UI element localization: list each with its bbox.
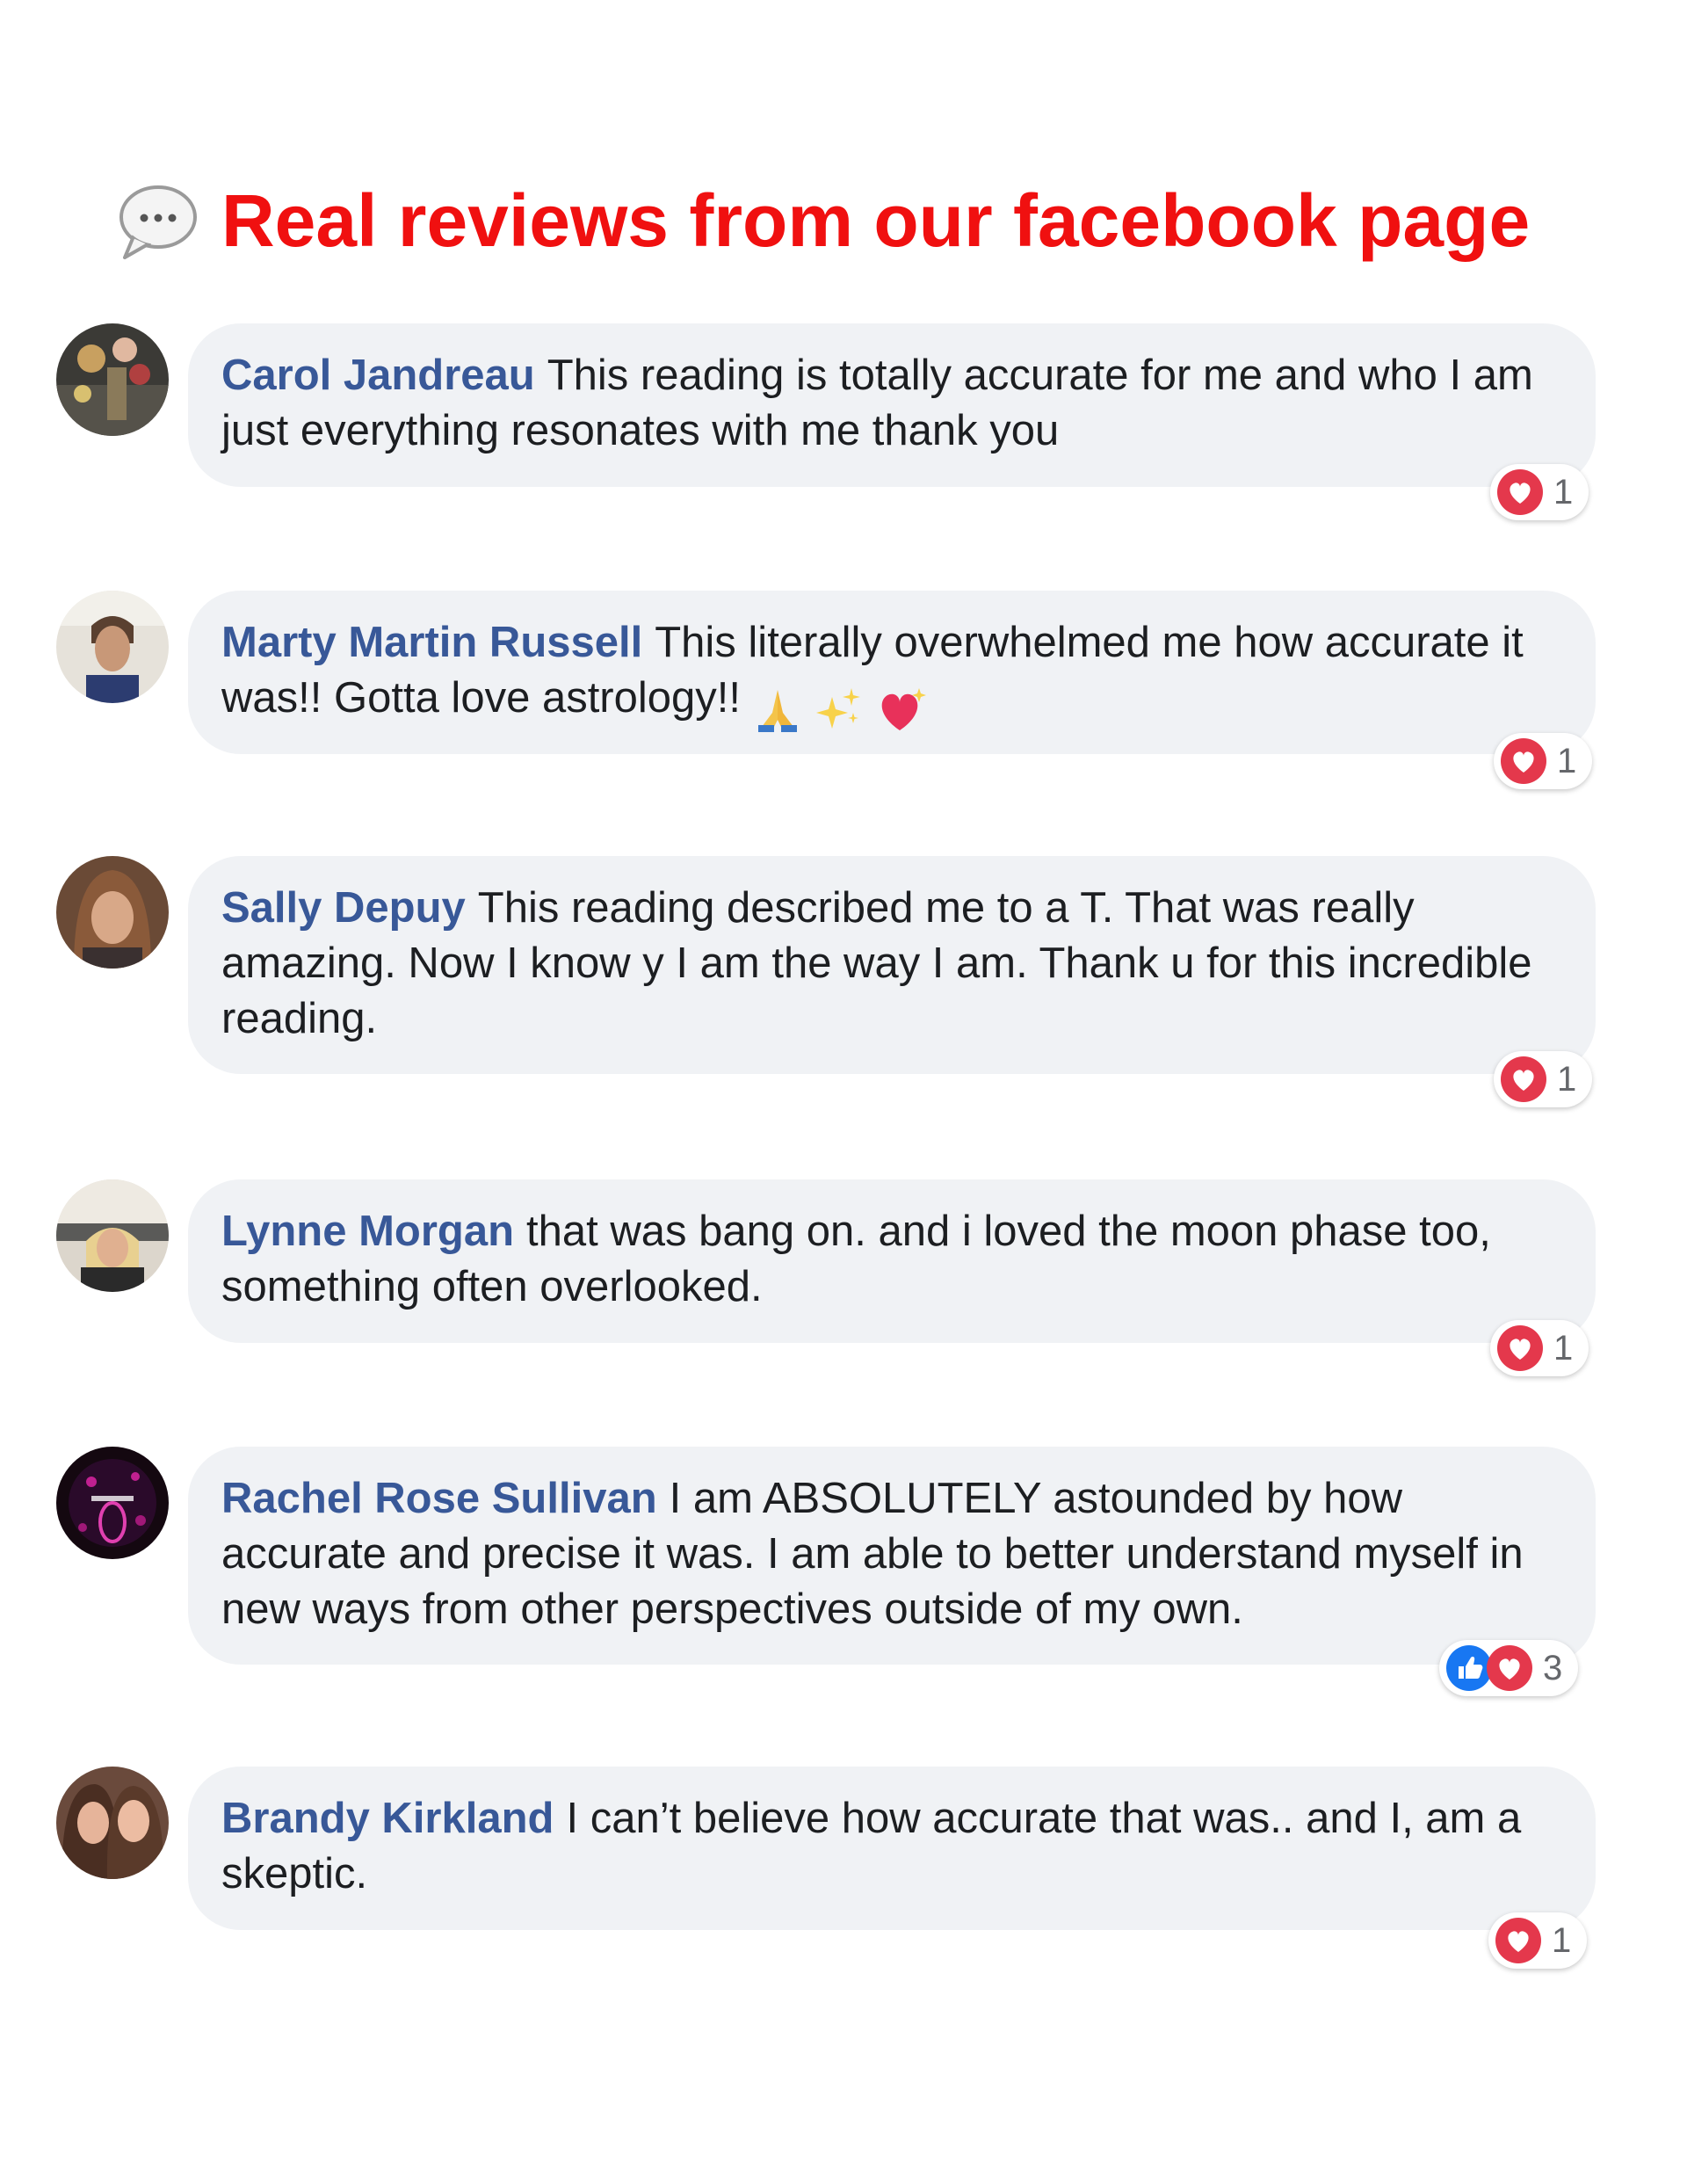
comment-bubble: Rachel Rose Sullivan I am ABSOLUTELY asto… xyxy=(188,1447,1596,1665)
reaction-badge[interactable]: 3 xyxy=(1439,1640,1579,1696)
reaction-count: 1 xyxy=(1557,741,1577,780)
love-reaction-icon xyxy=(1501,1056,1546,1102)
reaction-badge[interactable]: 1 xyxy=(1490,464,1589,520)
reaction-badge[interactable]: 1 xyxy=(1494,733,1593,789)
comment-bubble: Sally Depuy This reading described me to … xyxy=(188,856,1596,1074)
emoji-group xyxy=(753,679,928,735)
sparkles-emoji xyxy=(815,688,860,729)
reaction-count: 1 xyxy=(1557,1059,1577,1099)
reaction-badge[interactable]: 1 xyxy=(1488,1912,1588,1969)
reaction-count: 1 xyxy=(1553,1328,1574,1368)
love-reaction-icon xyxy=(1497,1325,1543,1371)
reaction-badge[interactable]: 1 xyxy=(1490,1320,1589,1376)
comment-bubble: Lynne Morgan that was bang on. and i love… xyxy=(188,1179,1596,1343)
comment-author[interactable]: Marty Martin Russell xyxy=(221,619,642,666)
comment-bubble: Carol Jandreau This reading is totally ac… xyxy=(188,323,1596,487)
reaction-badge[interactable]: 1 xyxy=(1494,1051,1593,1107)
comment-author[interactable]: Carol Jandreau xyxy=(221,352,535,399)
folded-hands-emoji xyxy=(758,690,797,733)
avatar[interactable] xyxy=(56,1179,169,1292)
avatar[interactable] xyxy=(56,1447,169,1559)
comment-bubble: Marty Martin Russell This literally overw… xyxy=(188,591,1596,754)
comment-author[interactable]: Rachel Rose Sullivan xyxy=(221,1475,657,1522)
love-reaction-icon xyxy=(1501,738,1546,784)
avatar[interactable] xyxy=(56,856,169,969)
reaction-count: 3 xyxy=(1543,1648,1563,1687)
comment-bubble: Brandy Kirkland I can’t believe how accur… xyxy=(188,1767,1596,1930)
reaction-count: 1 xyxy=(1553,472,1574,512)
love-reaction-icon xyxy=(1487,1645,1532,1691)
reaction-count: 1 xyxy=(1552,1920,1572,1960)
comment-author[interactable]: Brandy Kirkland xyxy=(221,1795,554,1842)
love-reaction-icon xyxy=(1495,1918,1541,1963)
avatar[interactable] xyxy=(56,323,169,436)
comment-author[interactable]: Sally Depuy xyxy=(221,884,466,932)
sparkling-heart-emoji xyxy=(881,688,927,731)
page-header: Real reviews from our facebook page xyxy=(114,172,1530,269)
speech-bubble-icon xyxy=(119,185,197,259)
love-reaction-icon xyxy=(1497,469,1543,515)
avatar[interactable] xyxy=(56,1767,169,1879)
comment-author[interactable]: Lynne Morgan xyxy=(221,1208,514,1255)
avatar[interactable] xyxy=(56,591,169,703)
page-title: Real reviews from our facebook page xyxy=(221,178,1531,262)
